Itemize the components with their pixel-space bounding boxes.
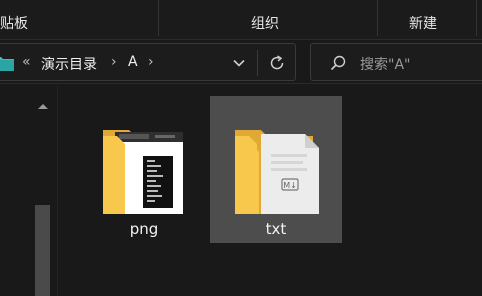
markdown-badge: M↓ (283, 181, 297, 190)
search-box[interactable]: 搜索"A" (310, 43, 482, 81)
item-label: txt (265, 220, 287, 238)
folder-item-png[interactable]: png (78, 96, 210, 243)
navigation-bar: « 演示目录 › A › 搜索"A" (0, 40, 482, 84)
breadcrumb-separator-icon[interactable]: › (111, 54, 117, 70)
folder-with-image-preview-icon (93, 110, 197, 224)
overflow-chevron-icon[interactable]: « (22, 54, 31, 70)
ribbon-group-organize-label: 组织 (251, 16, 279, 32)
ribbon-groups: 贴板 组织 新建 (0, 0, 482, 40)
folder-with-markdown-icon: M↓ (225, 110, 329, 224)
ribbon-separator (476, 0, 477, 36)
pane-divider[interactable] (57, 85, 58, 296)
search-placeholder: 搜索"A" (360, 57, 411, 73)
folder-icon (0, 55, 14, 75)
address-divider (257, 50, 258, 76)
refresh-icon[interactable] (267, 53, 287, 77)
ribbon-group-organize[interactable]: 组织 (159, 0, 377, 40)
search-icon (329, 54, 347, 76)
ribbon-group-clipboard[interactable]: 贴板 (0, 0, 158, 40)
breadcrumb-item-a[interactable]: A (128, 54, 138, 70)
address-bar[interactable]: « 演示目录 › A › (0, 43, 296, 81)
breadcrumb-item-demo-dir[interactable]: 演示目录 (41, 54, 97, 74)
breadcrumb-separator-icon[interactable]: › (148, 54, 154, 70)
folder-item-txt[interactable]: M↓ txt (210, 96, 342, 243)
ribbon-group-clipboard-label: 贴板 (0, 16, 28, 32)
ribbon-group-new-label: 新建 (409, 16, 437, 32)
scrollbar-thumb[interactable] (35, 205, 50, 296)
ribbon-group-new[interactable]: 新建 (378, 0, 482, 40)
item-label: png (129, 220, 159, 238)
chevron-down-icon[interactable] (232, 55, 246, 74)
